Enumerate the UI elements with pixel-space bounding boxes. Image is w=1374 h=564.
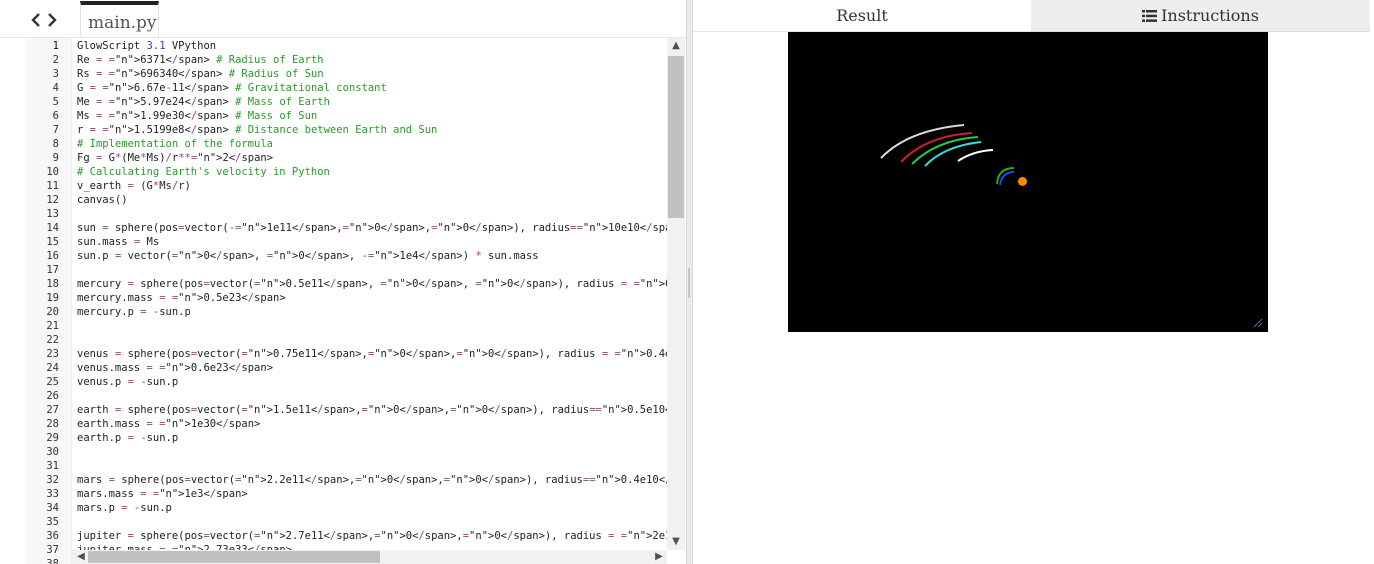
trail-white-inner (957, 149, 994, 162)
line-number: 34 (46, 502, 59, 514)
code-line[interactable]: Me = ="n">5.97e24</span> # Mass of Earth (77, 95, 330, 109)
line-number: 18 (46, 278, 59, 290)
code-line[interactable]: mars.mass = ="n">1e3</span> (77, 487, 248, 501)
line-number: 9 (52, 152, 59, 164)
line-number: 11 (46, 180, 59, 192)
code-line[interactable]: venus.mass = ="n">0.6e23</span> (77, 361, 273, 375)
line-number: 7 (52, 124, 59, 136)
line-number: 16 (46, 250, 59, 262)
tab-instructions-label: Instructions (1161, 6, 1259, 25)
line-number: 21 (46, 320, 59, 332)
trail-green-small (996, 167, 1015, 185)
tab-result[interactable]: Result (693, 0, 1031, 32)
code-line[interactable]: canvas() (77, 193, 128, 207)
line-number: 33 (46, 488, 59, 500)
editor-toolbar: main.py (0, 0, 686, 38)
line-number: 36 (46, 530, 59, 542)
horizontal-scrollbar-thumb[interactable] (88, 551, 380, 563)
line-number: 37 (46, 544, 59, 556)
code-line[interactable]: mars = sphere(pos=vector(="n">2.2e11</sp… (77, 473, 667, 487)
line-number: 6 (52, 110, 59, 122)
line-number: 13 (46, 208, 59, 220)
nav-arrows (28, 10, 64, 30)
line-number: 17 (46, 264, 59, 276)
line-number: 28 (46, 418, 59, 430)
code-line[interactable]: mars.p = -sun.p (77, 501, 172, 515)
code-line[interactable]: Ms = ="n">1.99e30</span> # Mass of Sun (77, 109, 317, 123)
code-line[interactable]: r = ="n">1.5199e8</span> # Distance betw… (77, 123, 437, 137)
line-number: 25 (46, 376, 59, 388)
line-number: 26 (46, 390, 59, 402)
line-number: 23 (46, 348, 59, 360)
line-number: 30 (46, 446, 59, 458)
vpython-canvas[interactable] (788, 32, 1268, 332)
sun-sphere (1018, 177, 1027, 186)
line-number: 38 (46, 558, 59, 564)
line-number: 27 (46, 404, 59, 416)
code-line[interactable]: Fg = G*(Me*Ms)/r**="n">2</span> (77, 151, 273, 165)
code-line[interactable]: sun = sphere(pos=vector(-="n">1e11</span… (77, 221, 667, 235)
line-number: 22 (46, 334, 59, 346)
code-line[interactable]: venus = sphere(pos=vector(="n">0.75e11</… (77, 347, 667, 361)
result-tabs: Result Instructions (693, 0, 1374, 32)
code-line[interactable]: sun.p = vector(="n">0</span>, ="n">0</sp… (77, 249, 539, 263)
scroll-right-icon[interactable]: ▶ (651, 549, 667, 564)
code-line[interactable]: Rs = ="n">696340</span> # Radius of Sun (77, 67, 324, 81)
line-number: 32 (46, 474, 59, 486)
trail-blue-small (999, 171, 1015, 186)
code-line[interactable]: mercury.p = -sun.p (77, 305, 191, 319)
code-line[interactable]: mercury.mass = ="n">0.5e23</span> (77, 291, 286, 305)
line-number: 24 (46, 362, 59, 374)
code-line[interactable]: mercury = sphere(pos=vector(="n">0.5e11<… (77, 277, 667, 291)
code-line[interactable]: venus.p = -sun.p (77, 375, 178, 389)
line-number: 5 (52, 96, 59, 108)
code-line[interactable]: GlowScript 3.1 VPython (77, 39, 216, 53)
splitter-grip-icon[interactable] (688, 268, 690, 298)
line-number: 1 (52, 40, 59, 52)
chevron-left-icon[interactable] (28, 10, 44, 30)
vertical-scrollbar-thumb[interactable] (668, 56, 684, 218)
orbit-scene (880, 124, 1263, 328)
line-number: 12 (46, 194, 59, 206)
code-line[interactable]: earth.p = -sun.p (77, 431, 178, 445)
line-number: 14 (46, 222, 59, 234)
tab-instructions[interactable]: Instructions (1031, 0, 1370, 32)
line-number: 19 (46, 292, 59, 304)
code-line[interactable]: Re = ="n">6371</span> # Radius of Earth (77, 53, 324, 67)
line-number: 8 (52, 138, 59, 150)
line-number: 2 (52, 54, 59, 66)
code-line[interactable]: # Implementation of the formula (77, 137, 273, 151)
tab-result-label: Result (836, 6, 888, 25)
scroll-left-icon[interactable]: ◀ (73, 549, 89, 564)
code-line[interactable]: earth = sphere(pos=vector(="n">1.5e11</s… (77, 403, 667, 417)
code-line[interactable]: sun.mass = Ms (77, 235, 159, 249)
scroll-up-icon[interactable]: ▲ (668, 38, 684, 54)
line-number: 29 (46, 432, 59, 444)
code-line[interactable]: earth.mass = ="n">1e30</span> (77, 417, 260, 431)
code-line[interactable]: v_earth = (G*Ms/r) (77, 179, 191, 193)
line-number: 4 (52, 82, 59, 94)
code-line[interactable]: G = ="n">6.67e-11</span> # Gravitational… (77, 81, 387, 95)
file-tab-main-py[interactable]: main.py (80, 1, 159, 38)
result-panel: Result Instructions (693, 0, 1374, 564)
line-number: 15 (46, 236, 59, 248)
code-editor-panel: main.py 1 2 3 4 5 6 7 8 9 10 11 12 13 14 15 16 17 18 19 20 2… (0, 0, 686, 564)
line-number: 31 (46, 460, 59, 472)
line-number: 10 (46, 166, 59, 178)
chevron-right-icon[interactable] (44, 10, 60, 30)
code-area[interactable]: GlowScript 3.1 VPython Re = ="n">6371</sp… (77, 38, 667, 552)
line-number-gutter: 1 2 3 4 5 6 7 8 9 10 11 12 13 14 15 16 17 18 19 20 21 22 23 24 2… (26, 38, 72, 564)
resize-handle-icon (1253, 318, 1263, 328)
file-tab-label: main.py (88, 13, 157, 33)
code-line[interactable]: # Calculating Earth's velocity in Python (77, 165, 330, 179)
list-icon (1142, 1, 1158, 22)
line-number: 3 (52, 68, 59, 80)
code-line[interactable]: jupiter = sphere(pos=vector(="n">2.7e11<… (77, 529, 667, 543)
scroll-down-icon[interactable]: ▼ (668, 534, 684, 550)
line-number: 35 (46, 516, 59, 528)
line-number: 20 (46, 306, 59, 318)
